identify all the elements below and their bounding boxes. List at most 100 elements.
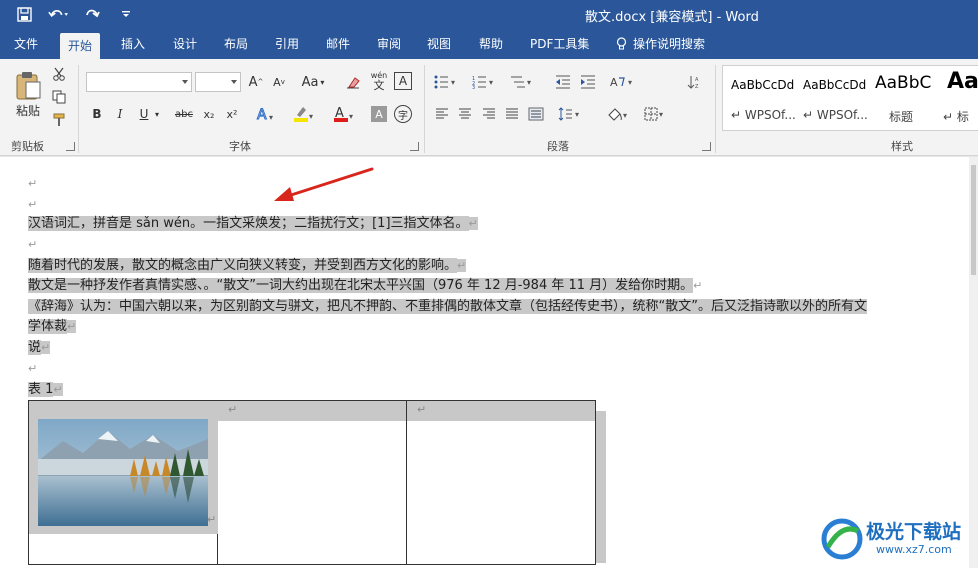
empty-paragraph: ↵ xyxy=(28,195,37,214)
copy-icon[interactable] xyxy=(50,88,68,106)
enclose-characters-icon[interactable]: 字 xyxy=(394,105,412,123)
undo-icon[interactable] xyxy=(48,4,68,24)
align-left-icon[interactable] xyxy=(433,104,451,124)
watermark-url: www.xz7.com xyxy=(876,543,952,556)
tab-design[interactable]: 设计 xyxy=(165,30,205,59)
paragraph-mark: ↵ xyxy=(468,217,478,230)
underline-button[interactable]: U xyxy=(136,104,152,124)
text-paragraph[interactable]: 《辞海》认为：中国六朝以来，为区别韵文与骈文，把凡不押韵、不重排偶的散体文章（包… xyxy=(28,297,867,316)
tab-insert[interactable]: 插入 xyxy=(113,30,153,59)
tab-layout[interactable]: 布局 xyxy=(216,30,256,59)
paste-button[interactable]: 粘贴 xyxy=(10,65,46,123)
font-size-combo[interactable] xyxy=(195,72,241,92)
numbering-icon[interactable]: 1 2 3 ▾ xyxy=(470,72,498,92)
increase-indent-icon[interactable] xyxy=(578,72,598,92)
word-window: 散文.docx [兼容模式] - Word 文件 开始 插入 设计 布局 引用 … xyxy=(0,0,978,568)
font-name-combo[interactable] xyxy=(86,72,192,92)
table-cell-image[interactable]: ↵ xyxy=(28,400,218,565)
superscript-button[interactable]: x² xyxy=(223,104,241,124)
borders-icon[interactable]: ▾ xyxy=(642,104,668,124)
decrease-indent-icon[interactable] xyxy=(553,72,573,92)
strikethrough-button[interactable]: abc xyxy=(172,104,196,124)
cut-icon[interactable] xyxy=(50,65,68,83)
change-case-button[interactable]: Aa ▾ xyxy=(298,72,328,92)
save-icon[interactable] xyxy=(14,4,34,24)
tab-view[interactable]: 视图 xyxy=(419,30,459,59)
font-color-icon[interactable]: A ▾ xyxy=(330,104,358,124)
svg-text:▾: ▾ xyxy=(309,112,313,121)
scrollbar-thumb[interactable] xyxy=(971,165,976,275)
ribbon-separator xyxy=(424,65,425,153)
highlight-color-icon[interactable]: ▾ xyxy=(290,104,318,124)
table-caption[interactable]: 表 1↵ xyxy=(28,380,63,399)
bold-button[interactable]: B xyxy=(89,104,105,124)
paragraph-mark: ↵ xyxy=(693,279,703,292)
ribbon-separator xyxy=(78,65,79,153)
font-launcher-icon[interactable] xyxy=(410,142,419,151)
clipboard-launcher-icon[interactable] xyxy=(66,142,75,151)
align-center-icon[interactable] xyxy=(456,104,474,124)
table-row: ↵ ↵ ↵ xyxy=(28,400,596,565)
tab-home[interactable]: 开始 xyxy=(60,33,101,59)
paragraph-mark: ↵ xyxy=(28,177,38,190)
style-name: ↵ WPSOf... xyxy=(731,108,796,122)
bullets-icon[interactable]: ▾ xyxy=(432,72,460,92)
redo-icon[interactable] xyxy=(82,4,102,24)
vertical-scrollbar[interactable] xyxy=(969,157,978,568)
tab-pdf-tools[interactable]: PDF工具集 xyxy=(522,30,597,59)
sort-icon[interactable]: AZ xyxy=(684,72,704,92)
quick-access-toolbar xyxy=(14,4,136,24)
shrink-font-button[interactable]: Av xyxy=(270,72,288,92)
style-item[interactable]: AaBbCcDd ↵ WPSOf... xyxy=(723,66,796,130)
chevron-down-icon: ▾ xyxy=(320,77,325,87)
chevron-down-icon xyxy=(231,80,237,84)
svg-text:A: A xyxy=(257,107,267,122)
phonetic-guide-button[interactable]: wén 文 xyxy=(369,69,389,93)
document-page[interactable]: ↵ ↵ 汉语词汇，拼音是 sǎn wén。一指文采焕发；二指扰行文；[1]三指文… xyxy=(0,157,969,568)
text-paragraph-continued[interactable]: 学体裁↵ xyxy=(28,317,77,336)
text-paragraph[interactable]: 随着时代的发展，散文的概念由广义向狭义转变，并受到西方文化的影响。↵ xyxy=(28,256,467,275)
aurora-logo-icon xyxy=(821,518,863,560)
grow-font-button[interactable]: A ^ xyxy=(247,72,265,92)
table-cell[interactable]: ↵ xyxy=(217,400,407,565)
styles-gallery: AaBbCcDd ↵ WPSOf... AaBbCcDd ↵ WPSOf... … xyxy=(722,65,978,131)
line-spacing-icon[interactable]: ▾ xyxy=(556,104,584,124)
text-paragraph[interactable]: 说↵ xyxy=(28,338,51,357)
character-border-icon[interactable]: A xyxy=(394,72,412,90)
character-shading-icon[interactable]: A xyxy=(371,106,387,122)
align-right-icon[interactable] xyxy=(480,104,498,124)
style-item[interactable]: AaB ↵ 标 xyxy=(939,66,978,130)
subscript-button[interactable]: x₂ xyxy=(200,104,218,124)
document-table[interactable]: ↵ ↵ ↵ xyxy=(28,400,596,565)
paragraph-mark: ↵ xyxy=(53,383,63,396)
tab-review[interactable]: 审阅 xyxy=(369,30,409,59)
tab-mailings[interactable]: 邮件 xyxy=(318,30,358,59)
distributed-icon[interactable] xyxy=(526,104,546,124)
italic-button[interactable]: I xyxy=(112,104,128,124)
paragraph-mark: ↵ xyxy=(457,259,467,272)
customize-qat-icon[interactable] xyxy=(116,4,136,24)
text-effects-icon[interactable]: A ▾ xyxy=(252,104,280,124)
tab-file[interactable]: 文件 xyxy=(6,30,46,59)
asian-layout-icon[interactable]: A ▾ xyxy=(608,72,638,92)
shading-icon[interactable]: ▾ xyxy=(603,104,633,124)
landscape-photo[interactable] xyxy=(38,419,208,526)
multilevel-list-icon[interactable]: ▾ xyxy=(507,72,537,92)
style-item[interactable]: AaBbCcDd ↵ WPSOf... xyxy=(795,66,868,130)
watermark-logo: 极光下载站 www.xz7.com xyxy=(820,515,970,563)
text-paragraph[interactable]: 散文是一种抒发作者真情实感、。“散文”一词大约出现在北宋太平兴国（976 年 1… xyxy=(28,276,702,295)
format-painter-icon[interactable] xyxy=(50,111,68,129)
tab-references[interactable]: 引用 xyxy=(267,30,307,59)
table-cell[interactable]: ↵ xyxy=(406,400,596,565)
clear-formatting-icon[interactable] xyxy=(342,72,364,92)
text-paragraph[interactable]: 汉语词汇，拼音是 sǎn wén。一指文采焕发；二指扰行文；[1]三指文体名。↵ xyxy=(28,214,478,233)
chevron-down-icon[interactable]: ▾ xyxy=(152,104,162,124)
paragraph-launcher-icon[interactable] xyxy=(702,142,711,151)
tab-help[interactable]: 帮助 xyxy=(471,30,511,59)
paste-label: 粘贴 xyxy=(15,103,40,118)
svg-text:▾: ▾ xyxy=(628,78,632,87)
style-item[interactable]: AaBbC 标题 xyxy=(867,66,939,130)
selected-text: 学体裁 xyxy=(28,319,68,334)
justify-icon[interactable] xyxy=(503,104,521,124)
tell-me-search[interactable]: 操作说明搜索 xyxy=(608,30,713,59)
